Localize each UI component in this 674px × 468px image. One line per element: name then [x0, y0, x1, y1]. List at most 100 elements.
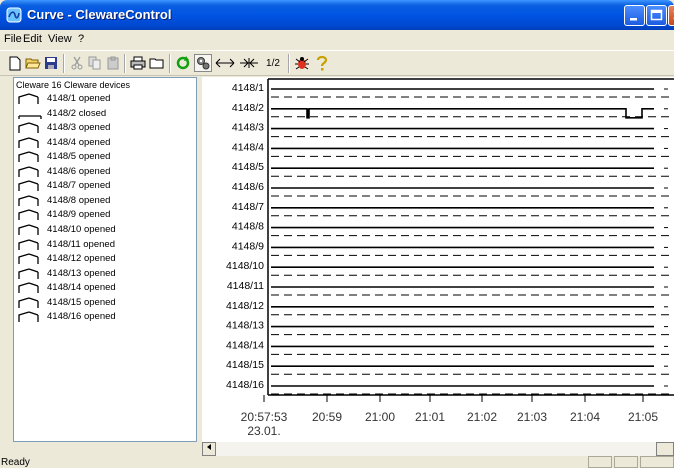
- folder-icon: [149, 58, 164, 69]
- status-panel: [640, 456, 674, 468]
- switch-open-icon: [18, 209, 39, 221]
- open-icon: [25, 58, 41, 69]
- copy-button[interactable]: [86, 54, 104, 72]
- tree-device-label: 4148/13 opened: [47, 267, 116, 279]
- tree-device-label: 4148/3 opened: [47, 122, 111, 134]
- tree-device-label: 4148/4 opened: [47, 136, 111, 148]
- switch-open-icon: [18, 267, 39, 279]
- channel-label: 4148/7: [232, 201, 264, 213]
- channel-label: 4148/6: [232, 181, 264, 193]
- menu-bar: File Edit View ?: [0, 30, 674, 50]
- menu-help[interactable]: ?: [78, 33, 84, 45]
- help-icon: [316, 55, 328, 71]
- compress-button[interactable]: [238, 54, 260, 72]
- menu-file[interactable]: File: [4, 33, 22, 45]
- switch-open-icon: [18, 151, 39, 163]
- horizontal-scrollbar[interactable]: [202, 442, 674, 456]
- curve-canvas: 4148/1 4148/2 4148/3 4148/4 4148/5 4148/6 4148…: [226, 78, 674, 438]
- channel-label: 4148/15: [226, 359, 264, 371]
- new-button[interactable]: [6, 54, 24, 72]
- paste-icon: [107, 56, 119, 70]
- minimize-button[interactable]: [624, 5, 645, 26]
- scroll-left-button[interactable]: [202, 442, 216, 456]
- switch-open-icon: [18, 311, 39, 323]
- tree-device-label: 4148/14 opened: [47, 282, 116, 294]
- bug-icon: [295, 57, 309, 70]
- date-label: 23.01.: [247, 424, 280, 438]
- time-tick-label: 21:05: [628, 410, 658, 424]
- half-zoom-button[interactable]: 1/2: [262, 54, 284, 72]
- refresh-icon: [176, 56, 190, 70]
- status-panel: [588, 456, 612, 468]
- time-tick-label: 21:00: [365, 410, 395, 424]
- app-icon: [6, 7, 22, 23]
- tree-device-label: 4148/2 closed: [47, 107, 107, 119]
- channel-label: 4148/3: [232, 122, 264, 134]
- time-tick-label: 20:59: [312, 410, 342, 424]
- minimize-icon: [630, 18, 637, 21]
- channel-label: 4148/10: [226, 260, 264, 272]
- scroll-thumb[interactable]: [656, 442, 674, 456]
- channel-label: 4148/9: [232, 240, 264, 252]
- copy-icon: [88, 56, 101, 70]
- cut-icon: [71, 56, 83, 70]
- tree-device-label: 4148/12 opened: [47, 253, 116, 265]
- curve-chart[interactable]: 4148/1 4148/2 4148/3 4148/4 4148/5 4148/6 4148…: [202, 77, 674, 442]
- menu-view[interactable]: View: [48, 33, 72, 45]
- switch-open-icon: [18, 166, 39, 177]
- title-bar[interactable]: Curve - ClewareControl: [0, 0, 674, 30]
- status-bar: Ready: [0, 456, 674, 468]
- channel-label: 4148/5: [232, 161, 264, 173]
- channel-label: 4148/12: [226, 300, 264, 312]
- switch-open-icon: [18, 224, 39, 235]
- tree-device-label: 4148/5 opened: [47, 151, 111, 163]
- print-button[interactable]: [129, 54, 147, 72]
- tree-device-label: 4148/1 opened: [47, 93, 111, 104]
- tree-device-label: 4148/16 opened: [47, 311, 116, 323]
- half-zoom-label: 1/2: [266, 57, 280, 69]
- save-button[interactable]: [42, 54, 60, 72]
- time-tick-label: 21:04: [570, 410, 600, 424]
- help-button[interactable]: [313, 54, 331, 72]
- paste-button[interactable]: [104, 54, 122, 72]
- cut-button[interactable]: [68, 54, 86, 72]
- close-button[interactable]: [668, 5, 674, 26]
- open-button[interactable]: [24, 54, 42, 72]
- switch-open-icon: [18, 93, 39, 104]
- device-tree[interactable]: Cleware 16 Cleware devices 4148/1 opened…: [13, 77, 197, 442]
- menu-edit[interactable]: Edit: [23, 33, 42, 45]
- status-text: Ready: [1, 457, 30, 468]
- time-tick-label: 20:57:53: [241, 410, 288, 424]
- channel-label: 4148/2: [232, 102, 264, 114]
- channel-label: 4148/1: [232, 82, 264, 94]
- time-tick-label: 21:03: [517, 410, 547, 424]
- switch-open-icon: [18, 180, 39, 192]
- folder-button[interactable]: [148, 54, 166, 72]
- switch-open-icon: [18, 238, 39, 250]
- cleware-button[interactable]: [194, 54, 212, 72]
- compress-icon: [240, 58, 258, 68]
- refresh-button[interactable]: [174, 54, 192, 72]
- switch-open-icon: [18, 122, 39, 134]
- tree-device-label: 4148/15 opened: [47, 296, 116, 308]
- channel-label: 4148/13: [226, 320, 264, 332]
- maximize-button[interactable]: [646, 5, 667, 26]
- switch-closed-icon: [18, 114, 42, 119]
- channel-label: 4148/4: [232, 141, 264, 153]
- expand-button[interactable]: [214, 54, 236, 72]
- cleware-icon: [197, 57, 210, 70]
- switch-open-icon: [18, 297, 39, 308]
- toolbar: 1/2: [0, 50, 674, 76]
- tree-device-label: 4148/8 opened: [47, 194, 111, 206]
- tree-device-label: 4148/10 opened: [47, 223, 116, 235]
- tree-device-label: 4148/7 opened: [47, 180, 111, 192]
- bug-button[interactable]: [293, 54, 311, 72]
- new-icon: [9, 56, 21, 70]
- tree-root[interactable]: Cleware 16 Cleware devices: [16, 80, 130, 90]
- channel-label: 4148/16: [226, 379, 264, 391]
- switch-open-icon: [18, 253, 39, 265]
- channel-label: 4148/11: [227, 280, 264, 292]
- print-icon: [130, 56, 146, 70]
- time-tick-label: 21:01: [415, 410, 445, 424]
- save-icon: [45, 57, 57, 69]
